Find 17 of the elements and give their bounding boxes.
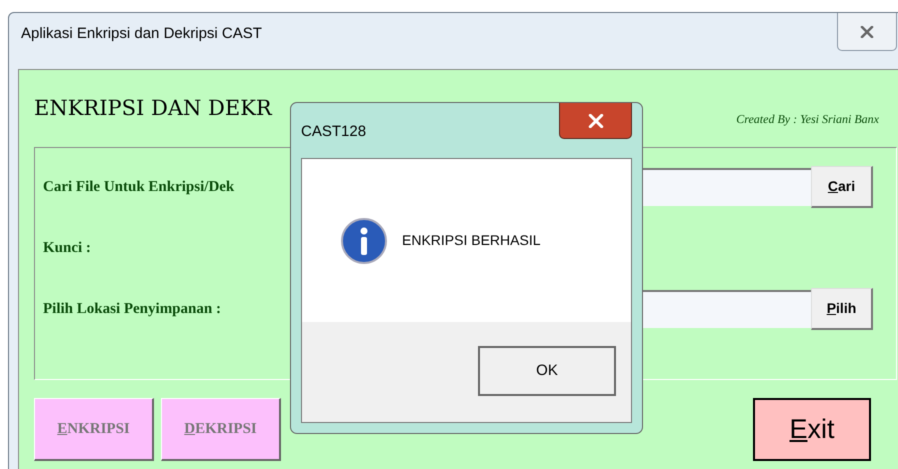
browse-button[interactable]: Cari [811, 166, 873, 208]
close-button[interactable] [559, 103, 632, 139]
ok-button[interactable]: OK [478, 346, 616, 396]
close-button[interactable] [837, 13, 897, 51]
dialog-message: ENKRIPSI BERHASIL [402, 231, 540, 250]
window-title: Aplikasi Enkripsi dan Dekripsi CAST [21, 24, 262, 44]
field-label: Cari File Untuk Enkripsi/Dek [43, 178, 236, 197]
close-icon [588, 114, 604, 128]
heading: ENKRIPSI DAN DEKR [34, 94, 272, 122]
field-label: Pilih Lokasi Penyimpanan : [43, 300, 222, 319]
info-icon [340, 216, 388, 264]
credit-text: Created By : Yesi Sriani Banx [736, 111, 879, 128]
field-label: Kunci : [43, 238, 92, 258]
dialog-title: CAST128 [301, 122, 366, 142]
browse-button[interactable]: Pilih [811, 288, 873, 330]
exit-button[interactable]: Exit [753, 398, 871, 461]
close-icon [860, 26, 874, 38]
